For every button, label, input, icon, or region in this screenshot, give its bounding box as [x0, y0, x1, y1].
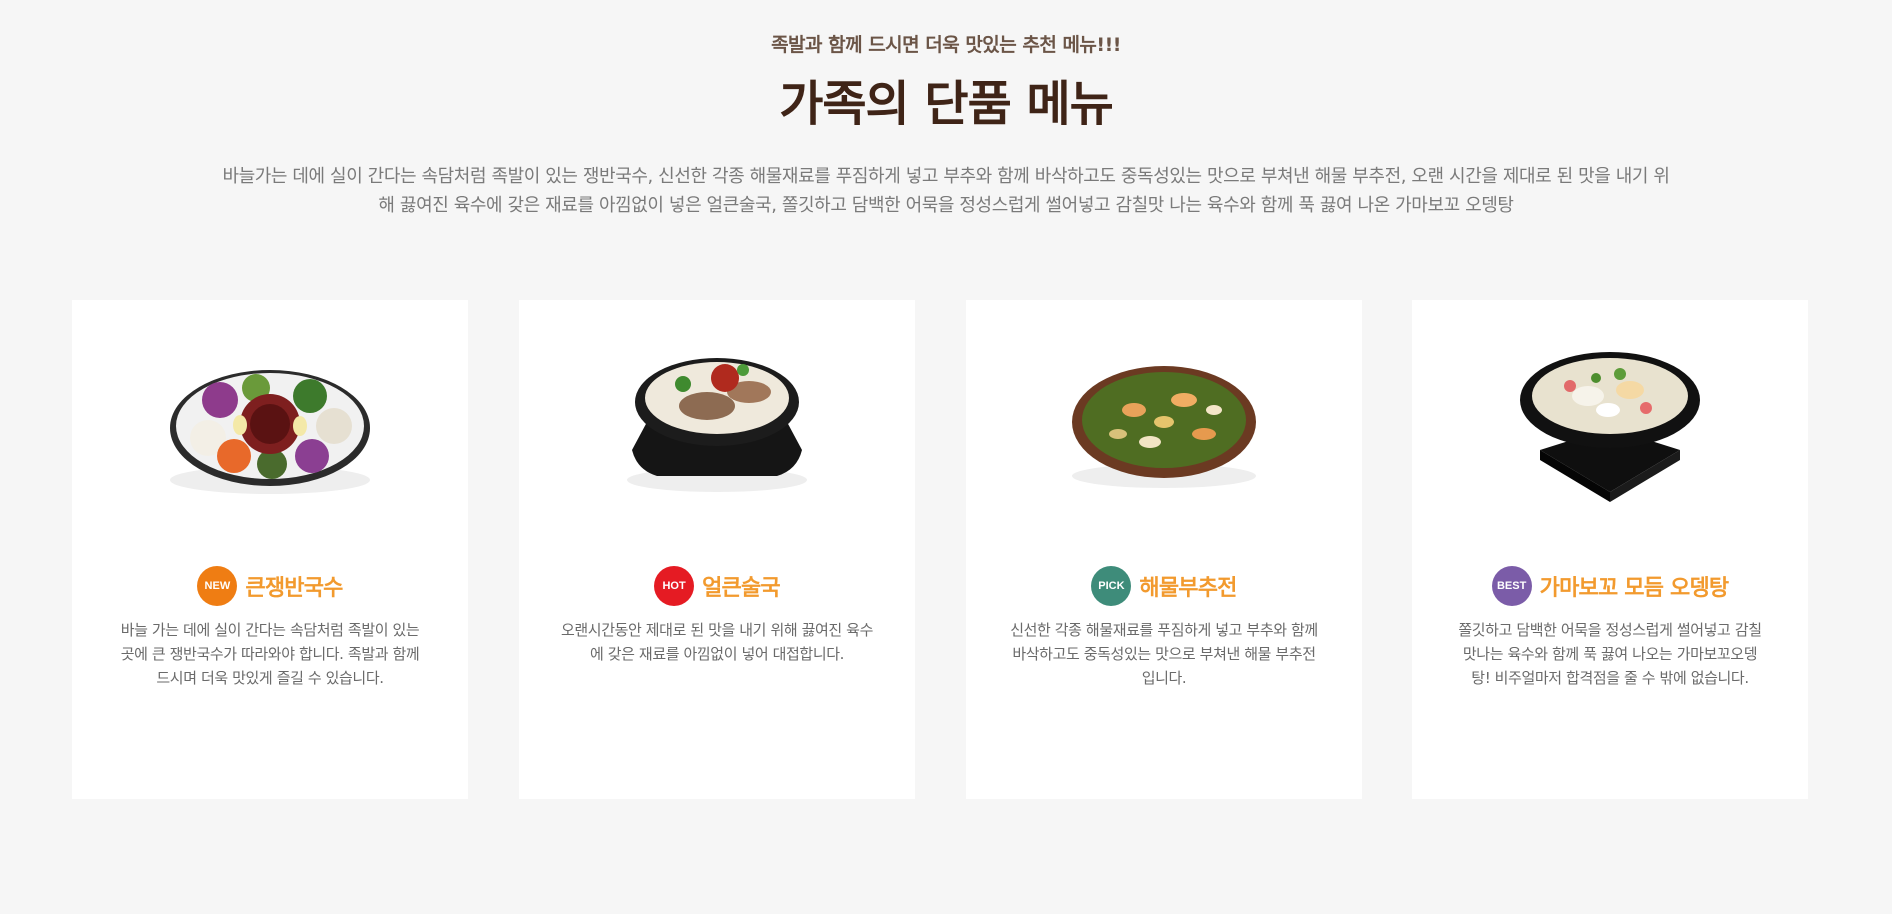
menu-card-list: NEW 큰쟁반국수 바늘 가는 데에 실이 간다는 속담처럼 족발이 있는 곳에…	[72, 300, 1810, 799]
best-badge: BEST	[1491, 566, 1532, 606]
menu-name[interactable]: 해물부추전	[1139, 570, 1237, 602]
menu-title-row: HOT 얼큰술국	[519, 565, 915, 607]
menu-name[interactable]: 가마보꼬 모듬 오뎅탕	[1540, 570, 1729, 602]
menu-title-row: PICK 해물부추전	[966, 565, 1362, 607]
menu-card[interactable]: NEW 큰쟁반국수 바늘 가는 데에 실이 간다는 속담처럼 족발이 있는 곳에…	[72, 300, 468, 799]
section-intro: 바늘가는 데에 실이 간다는 속담처럼 족발이 있는 쟁반국수, 신선한 각종 …	[222, 166, 1670, 216]
seafood-pancake-image	[1054, 330, 1274, 510]
pick-badge: PICK	[1091, 566, 1132, 606]
menu-description: 오랜시간동안 제대로 된 맛을 내기 위해 끓여진 육수에 갖은 재료를 아낌없…	[561, 621, 873, 663]
menu-description: 신선한 각종 해물재료를 푸짐하게 넣고 부추와 함께 바삭하고도 중독성있는 …	[1010, 621, 1318, 687]
menu-card[interactable]: PICK 해물부추전 신선한 각종 해물재료를 푸짐하게 넣고 부추와 함께 바…	[966, 300, 1362, 799]
noodle-platter-image	[160, 330, 380, 510]
hot-badge: HOT	[654, 566, 695, 606]
menu-title-row: BEST 가마보꼬 모듬 오뎅탕	[1412, 565, 1808, 607]
section-title: 가족의 단품 메뉴	[779, 76, 1114, 132]
soup-pot-image	[607, 330, 827, 510]
fishcake-stew-image	[1500, 330, 1720, 510]
menu-description: 바늘 가는 데에 실이 간다는 속담처럼 족발이 있는 곳에 큰 쟁반국수가 따…	[120, 621, 420, 687]
menu-card[interactable]: HOT 얼큰술국 오랜시간동안 제대로 된 맛을 내기 위해 끓여진 육수에 갖…	[519, 300, 915, 799]
menu-description: 쫄깃하고 담백한 어묵을 정성스럽게 썰어넣고 감칠맛나는 육수와 함께 푹 끓…	[1458, 621, 1762, 687]
section-subtitle: 족발과 함께 드시면 더욱 맛있는 추천 메뉴!!!	[771, 34, 1121, 56]
new-badge: NEW	[197, 566, 238, 606]
menu-title-row: NEW 큰쟁반국수	[72, 565, 468, 607]
menu-card[interactable]: BEST 가마보꼬 모듬 오뎅탕 쫄깃하고 담백한 어묵을 정성스럽게 썰어넣고…	[1412, 300, 1808, 799]
menu-name[interactable]: 얼큰술국	[702, 570, 781, 602]
menu-name[interactable]: 큰쟁반국수	[245, 570, 343, 602]
